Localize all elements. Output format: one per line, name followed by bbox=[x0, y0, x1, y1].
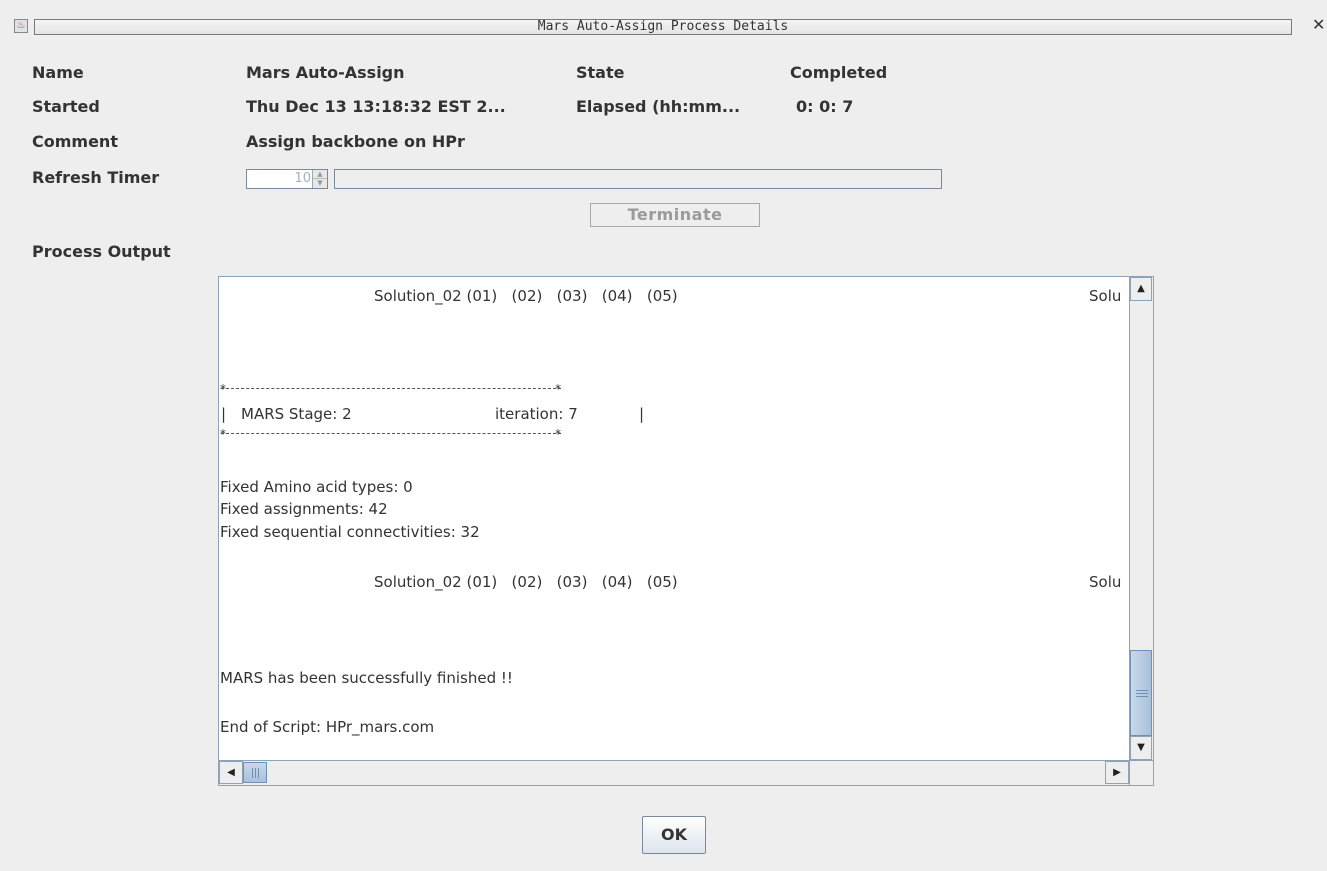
spinner-buttons: ▲ ▼ bbox=[312, 170, 327, 188]
refresh-timer-label: Refresh Timer bbox=[32, 168, 160, 187]
output-solution-overflow: Solu bbox=[1089, 287, 1122, 305]
started-value: Thu Dec 13 13:18:32 EST 2... bbox=[246, 97, 506, 116]
refresh-timer-value[interactable]: 10 bbox=[247, 170, 313, 188]
box-corner: * bbox=[555, 382, 561, 396]
scroll-right-icon[interactable]: ▶ bbox=[1105, 761, 1129, 784]
horizontal-scroll-thumb[interactable] bbox=[243, 762, 267, 783]
state-label: State bbox=[576, 63, 625, 82]
box-bottom-border bbox=[221, 433, 561, 435]
name-label: Name bbox=[32, 63, 84, 82]
vertical-scrollbar[interactable]: ▲ ▼ bbox=[1129, 277, 1153, 760]
scroll-corner bbox=[1129, 760, 1153, 785]
terminate-button[interactable]: Terminate bbox=[590, 203, 760, 227]
scroll-up-icon[interactable]: ▲ bbox=[1130, 277, 1152, 301]
output-iteration: iteration: 7 bbox=[495, 405, 578, 423]
elapsed-label: Elapsed (hh:mm... bbox=[576, 97, 741, 116]
name-value: Mars Auto-Assign bbox=[246, 63, 405, 82]
started-label: Started bbox=[32, 97, 100, 116]
box-corner: * bbox=[555, 427, 561, 441]
scroll-down-icon[interactable]: ▼ bbox=[1130, 736, 1152, 760]
vertical-scroll-thumb[interactable] bbox=[1130, 650, 1152, 736]
comment-value: Assign backbone on HPr bbox=[246, 132, 465, 151]
output-stage: MARS Stage: 2 bbox=[241, 405, 352, 423]
java-app-icon[interactable]: ♨ bbox=[14, 19, 28, 33]
window-title: Mars Auto-Assign Process Details bbox=[34, 19, 1292, 35]
process-output-text[interactable]: Solution_02 (01) (02) (03) (04) (05) Sol… bbox=[219, 277, 1129, 760]
scroll-left-icon[interactable]: ◀ bbox=[219, 761, 243, 784]
refresh-progress-bar bbox=[334, 169, 942, 189]
output-solution-line: Solution_02 (01) (02) (03) (04) (05) bbox=[374, 573, 678, 591]
output-fixed-connectivities: Fixed sequential connectivities: 32 bbox=[220, 523, 480, 541]
process-details-window: ♨ Mars Auto-Assign Process Details ✕ Nam… bbox=[0, 0, 1327, 871]
box-top-border bbox=[221, 388, 561, 390]
box-left-bar: | bbox=[221, 405, 227, 423]
output-solution-overflow: Solu bbox=[1089, 573, 1122, 591]
output-end-script: End of Script: HPr_mars.com bbox=[220, 718, 435, 736]
title-bar: ♨ Mars Auto-Assign Process Details ✕ bbox=[0, 0, 1327, 42]
elapsed-value: 0: 0: 7 bbox=[796, 97, 854, 116]
spin-up-icon[interactable]: ▲ bbox=[313, 170, 327, 179]
spin-down-icon[interactable]: ▼ bbox=[313, 179, 327, 188]
box-right-bar: | bbox=[639, 405, 645, 423]
state-value: Completed bbox=[790, 63, 888, 82]
process-output-panel: Solution_02 (01) (02) (03) (04) (05) Sol… bbox=[218, 276, 1154, 786]
output-finished: MARS has been successfully finished !! bbox=[220, 669, 513, 687]
comment-label: Comment bbox=[32, 132, 118, 151]
output-fixed-types: Fixed Amino acid types: 0 bbox=[220, 478, 413, 496]
process-output-label: Process Output bbox=[32, 242, 171, 261]
output-solution-line: Solution_02 (01) (02) (03) (04) (05) bbox=[374, 287, 678, 305]
horizontal-scrollbar[interactable]: ◀ ▶ bbox=[219, 760, 1129, 785]
ok-button[interactable]: OK bbox=[642, 816, 706, 854]
close-icon[interactable]: ✕ bbox=[1312, 15, 1327, 35]
output-fixed-assignments: Fixed assignments: 42 bbox=[220, 500, 388, 518]
refresh-timer-spinner[interactable]: 10 ▲ ▼ bbox=[246, 169, 328, 189]
